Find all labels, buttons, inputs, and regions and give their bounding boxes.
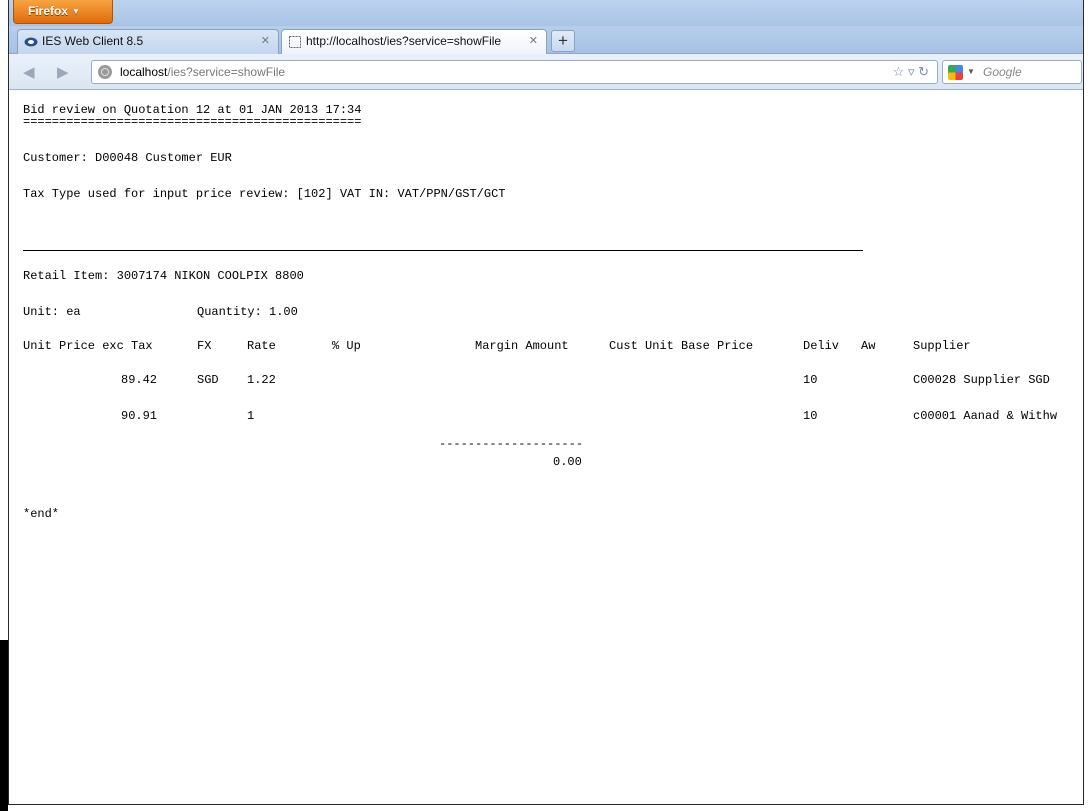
close-icon[interactable]: ✕ (529, 30, 538, 53)
firefox-menu-label: Firefox (28, 4, 69, 18)
search-engine-dropdown-icon[interactable]: ▼ (967, 61, 975, 83)
new-tab-button[interactable]: + (551, 30, 575, 52)
search-bar[interactable]: ▼ Google (942, 60, 1082, 84)
col-header-fx: FX (197, 339, 212, 353)
tax-type-line: Tax Type used for input price review: [1… (23, 187, 506, 201)
col-header-rate: Rate (247, 339, 276, 353)
google-logo-icon (948, 65, 963, 80)
reload-icon[interactable]: ↻ (918, 64, 929, 79)
url-host: localhost (120, 65, 168, 79)
table-row-1-deliv: 10 (803, 373, 818, 387)
site-identity-icon[interactable] (98, 65, 112, 79)
retail-item-line: Retail Item: 3007174 NIKON COOLPIX 8800 (23, 269, 304, 283)
search-placeholder: Google (983, 65, 1022, 79)
table-row-2-price: 90.91 (121, 409, 158, 423)
margin-total: 0.00 (553, 455, 582, 469)
dropdown-arrow-icon[interactable]: ▿ (908, 64, 915, 79)
close-icon[interactable]: ✕ (261, 30, 270, 53)
title-underline: ========================================… (23, 115, 362, 129)
chevron-down-icon: ▼ (72, 6, 80, 16)
total-rule: -------------------- (439, 437, 584, 451)
tab-label: IES Web Client 8.5 (42, 34, 144, 48)
end-marker: *end* (23, 507, 60, 521)
col-header-cust-unit-base-price: Cust Unit Base Price (609, 339, 754, 353)
navigation-bar: ◀ ▶ localhost/ies?service=showFile ☆ ▿ ↻… (9, 54, 1083, 90)
firefox-menu-button[interactable]: Firefox ▼ (13, 0, 113, 24)
table-row-1-fx: SGD (197, 373, 219, 387)
blank-page-icon (289, 36, 301, 48)
title-bar: Firefox ▼ (9, 0, 1083, 26)
page-content: Bid review on Quotation 12 at 01 JAN 201… (9, 90, 1083, 804)
bookmark-star-icon[interactable]: ☆ (893, 64, 905, 79)
tab-label: http://localhost/ies?service=showFile (306, 34, 502, 48)
ies-logo-icon (24, 37, 38, 47)
tab-strip: IES Web Client 8.5 ✕ http://localhost/ie… (9, 26, 1083, 55)
table-row-1-price: 89.42 (121, 373, 158, 387)
table-row-2-rate: 1 (247, 409, 255, 423)
col-header-deliv: Deliv (803, 339, 840, 353)
col-header-aw: Aw (861, 339, 876, 353)
tab-showfile[interactable]: http://localhost/ies?service=showFile ✕ (281, 29, 547, 55)
tab-ies-web-client[interactable]: IES Web Client 8.5 ✕ (17, 29, 279, 54)
table-row-2-supplier: c00001 Aanad & Withw (913, 409, 1058, 423)
left-edge-strip (0, 640, 8, 811)
url-path: /ies?service=showFile (167, 65, 286, 79)
table-row-1-rate: 1.22 (247, 373, 276, 387)
url-bar[interactable]: localhost/ies?service=showFile ☆ ▿ ↻ (91, 60, 938, 84)
divider (23, 250, 863, 251)
col-header-unit-price: Unit Price exc Tax (23, 339, 153, 353)
forward-arrow-icon[interactable]: ▶ (57, 63, 69, 81)
table-row-2-deliv: 10 (803, 409, 818, 423)
col-header-margin-amount: Margin Amount (475, 339, 569, 353)
col-header-supplier: Supplier (913, 339, 971, 353)
customer-line: Customer: D00048 Customer EUR (23, 151, 232, 165)
browser-window: Firefox ▼ IES Web Client 8.5 ✕ http://loc… (8, 0, 1084, 805)
back-arrow-icon[interactable]: ◀ (23, 63, 35, 81)
col-header-pct-up: % Up (332, 339, 361, 353)
quantity-line: Quantity: 1.00 (197, 305, 298, 319)
unit-line: Unit: ea (23, 305, 81, 319)
table-row-1-supplier: C00028 Supplier SGD (913, 373, 1050, 387)
